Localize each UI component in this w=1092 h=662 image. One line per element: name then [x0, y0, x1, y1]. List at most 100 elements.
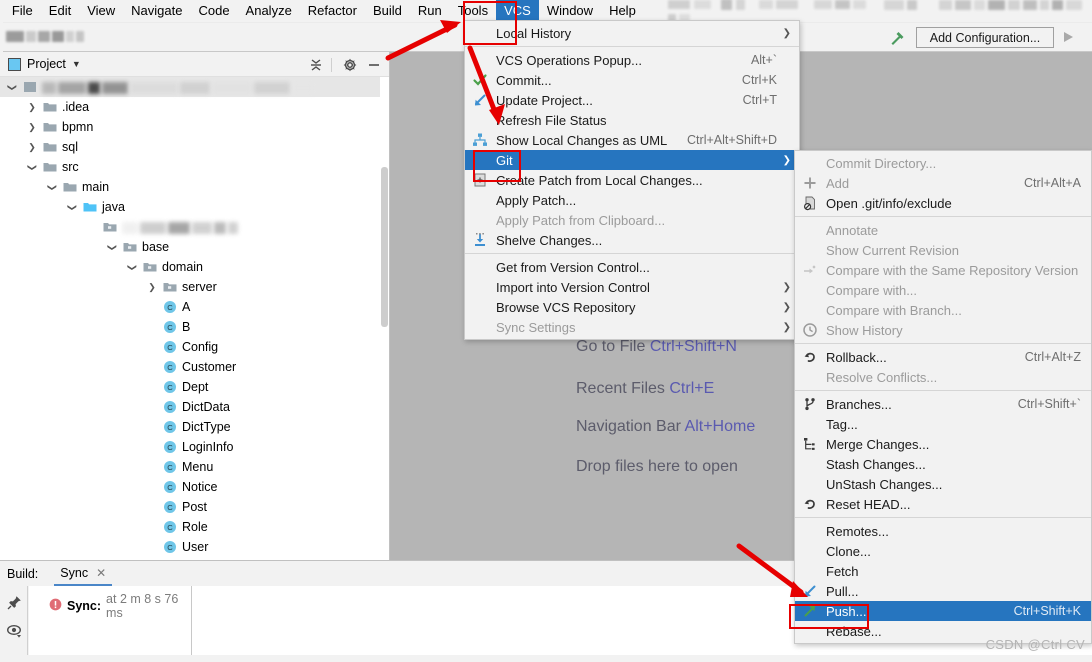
menu-item-local-history[interactable]: Local History ❯ [465, 23, 799, 43]
tree-node-main[interactable]: ❯ main [0, 177, 389, 197]
close-x-icon[interactable]: ✕ [96, 566, 106, 580]
tree-node-notice[interactable]: C Notice [0, 477, 389, 497]
tree-node-domain[interactable]: ❯ domain [0, 257, 389, 277]
tree-node-user[interactable]: C User [0, 537, 389, 557]
tree-node-config[interactable]: C Config [0, 337, 389, 357]
chevron-right-icon[interactable]: ❯ [26, 141, 38, 153]
hide-minimize-icon[interactable] [366, 57, 382, 73]
menu-edit[interactable]: Edit [41, 0, 79, 22]
tree-node-a[interactable]: CA [0, 297, 389, 317]
menu-item-fetch[interactable]: Fetch [795, 561, 1091, 581]
menu-item-commit[interactable]: Commit... Ctrl+K [465, 70, 799, 90]
menu-file[interactable]: File [4, 0, 41, 22]
menu-item-open-git-info-exclude[interactable]: Open .git/info/exclude [795, 193, 1091, 213]
menu-item-rollback[interactable]: Rollback... Ctrl+Alt+Z [795, 347, 1091, 367]
tree-node-redacted[interactable] [0, 217, 389, 237]
menu-window[interactable]: Window [539, 0, 601, 22]
menu-item-reset-head[interactable]: Reset HEAD... [795, 494, 1091, 514]
tree-node-dictdata[interactable]: C DictData [0, 397, 389, 417]
collapse-all-icon[interactable] [308, 57, 324, 73]
menu-run[interactable]: Run [410, 0, 450, 22]
tab-sync[interactable]: Sync ✕ [54, 561, 113, 586]
tree-node-.idea[interactable]: ❯ .idea [0, 97, 389, 117]
chevron-right-icon[interactable]: ❯ [26, 121, 38, 133]
tree-node-dept[interactable]: C Dept [0, 377, 389, 397]
menu-item-create-patch-from-local-changes[interactable]: Create Patch from Local Changes... [465, 170, 799, 190]
menu-item-merge-changes[interactable]: Merge Changes... [795, 434, 1091, 454]
chevron-down-icon[interactable]: ▼ [72, 59, 81, 69]
git-submenu[interactable]: Commit Directory... Add Ctrl+Alt+A Open .gi… [794, 150, 1092, 644]
run-triangle-icon[interactable] [1060, 29, 1076, 45]
menu-item-shelve-changes[interactable]: Shelve Changes... [465, 230, 799, 250]
chevron-down-icon[interactable]: ❯ [66, 201, 78, 213]
menu-item-remotes[interactable]: Remotes... [795, 521, 1091, 541]
chevron-down-icon[interactable]: ❯ [106, 241, 118, 253]
chevron-down-icon[interactable]: ❯ [26, 161, 38, 173]
menu-item-unstash-changes[interactable]: UnStash Changes... [795, 474, 1091, 494]
menu-refactor[interactable]: Refactor [300, 0, 365, 22]
menu-item-refresh-file-status[interactable]: Refresh File Status [465, 110, 799, 130]
menu-item-branches[interactable]: Branches... Ctrl+Shift+` [795, 394, 1091, 414]
menu-item-show-local-changes-as-uml[interactable]: Show Local Changes as UML Ctrl+Alt+Shift+… [465, 130, 799, 150]
menu-analyze[interactable]: Analyze [238, 0, 300, 22]
menu-item-update-project[interactable]: Update Project... Ctrl+T [465, 90, 799, 110]
tree-node-logininfo[interactable]: C LoginInfo [0, 437, 389, 457]
tree-node-dicttype[interactable]: C DictType [0, 417, 389, 437]
editor-hint-1: Go to File Ctrl+Shift+N [576, 338, 737, 356]
settings-gear-icon[interactable] [342, 57, 358, 73]
tree-node-post[interactable]: C Post [0, 497, 389, 517]
menu-item-git[interactable]: Git ❯ [465, 150, 799, 170]
menu-build[interactable]: Build [365, 0, 410, 22]
menu-item-push[interactable]: Push... Ctrl+Shift+K [795, 601, 1091, 621]
menu-item-stash-changes[interactable]: Stash Changes... [795, 454, 1091, 474]
scrollbar-thumb[interactable] [381, 167, 388, 327]
chevron-down-icon[interactable]: ❯ [126, 261, 138, 273]
svg-text:C: C [167, 403, 173, 412]
menu-navigate[interactable]: Navigate [123, 0, 190, 22]
menu-item-clone[interactable]: Clone... [795, 541, 1091, 561]
menu-item-import-into-version-control[interactable]: Import into Version Control ❯ [465, 277, 799, 297]
menu-view[interactable]: View [79, 0, 123, 22]
build-hammer-icon[interactable] [888, 29, 906, 47]
chevron-down-icon[interactable]: ❯ [6, 81, 18, 93]
menu-code[interactable]: Code [190, 0, 237, 22]
tree-node-java[interactable]: ❯ java [0, 197, 389, 217]
menu-help[interactable]: Help [601, 0, 644, 22]
menu-item-pull[interactable]: Pull... [795, 581, 1091, 601]
menu-vcs[interactable]: VCS [496, 0, 539, 22]
tree-node-src[interactable]: ❯ src [0, 157, 389, 177]
eye-icon[interactable] [6, 622, 23, 639]
sync-title: Sync: [67, 599, 102, 613]
menu-item-shortcut: Ctrl+K [741, 73, 777, 87]
chevron-right-icon[interactable]: ❯ [26, 101, 38, 113]
tree-node-role[interactable]: C Role [0, 517, 389, 537]
menu-item-vcs-operations-popup[interactable]: VCS Operations Popup... Alt+` [465, 50, 799, 70]
menu-tools[interactable]: Tools [450, 0, 496, 22]
project-tree-scrollbar[interactable] [380, 77, 389, 560]
tree-node-bpmn[interactable]: ❯ bpmn [0, 117, 389, 137]
chevron-right-icon[interactable]: ❯ [146, 281, 158, 293]
tree-node-server[interactable]: ❯ server [0, 277, 389, 297]
menu-item-browse-vcs-repository[interactable]: Browse VCS Repository ❯ [465, 297, 799, 317]
menu-item-get-from-version-control[interactable]: Get from Version Control... [465, 257, 799, 277]
pin-icon[interactable] [6, 594, 23, 611]
svg-text:C: C [167, 543, 173, 552]
chevron-down-icon[interactable]: ❯ [46, 181, 58, 193]
editor-hint-2: Recent Files Ctrl+E [576, 380, 714, 398]
tree-node-label: bpmn [62, 120, 94, 134]
tree-node-redacted[interactable]: ❯ [0, 77, 389, 97]
menu-item-apply-patch[interactable]: Apply Patch... [465, 190, 799, 210]
menu-item-tag[interactable]: Tag... [795, 414, 1091, 434]
tree-node-customer[interactable]: C Customer [0, 357, 389, 377]
editor-hint-4: Drop files here to open [576, 458, 738, 476]
tree-node-menu[interactable]: C Menu [0, 457, 389, 477]
add-configuration-button[interactable]: Add Configuration... [916, 27, 1054, 48]
tree-node-sql[interactable]: ❯ sql [0, 137, 389, 157]
vcs-dropdown-menu[interactable]: Local History ❯ VCS Operations Popup... Alt… [464, 20, 800, 340]
tree-node-base[interactable]: ❯ base [0, 237, 389, 257]
build-sync-row[interactable]: Sync: at 2 m 8 s 76 ms [49, 592, 191, 620]
tree-node-b[interactable]: CB [0, 317, 389, 337]
project-file-tree[interactable]: ❯ ❯ .idea ❯ bpmn ❯ sql ❯ src ❯ main ❯ java ❯ base ❯ doma… [0, 77, 389, 560]
build-tree-pane[interactable]: Sync: at 2 m 8 s 76 ms [29, 586, 192, 662]
